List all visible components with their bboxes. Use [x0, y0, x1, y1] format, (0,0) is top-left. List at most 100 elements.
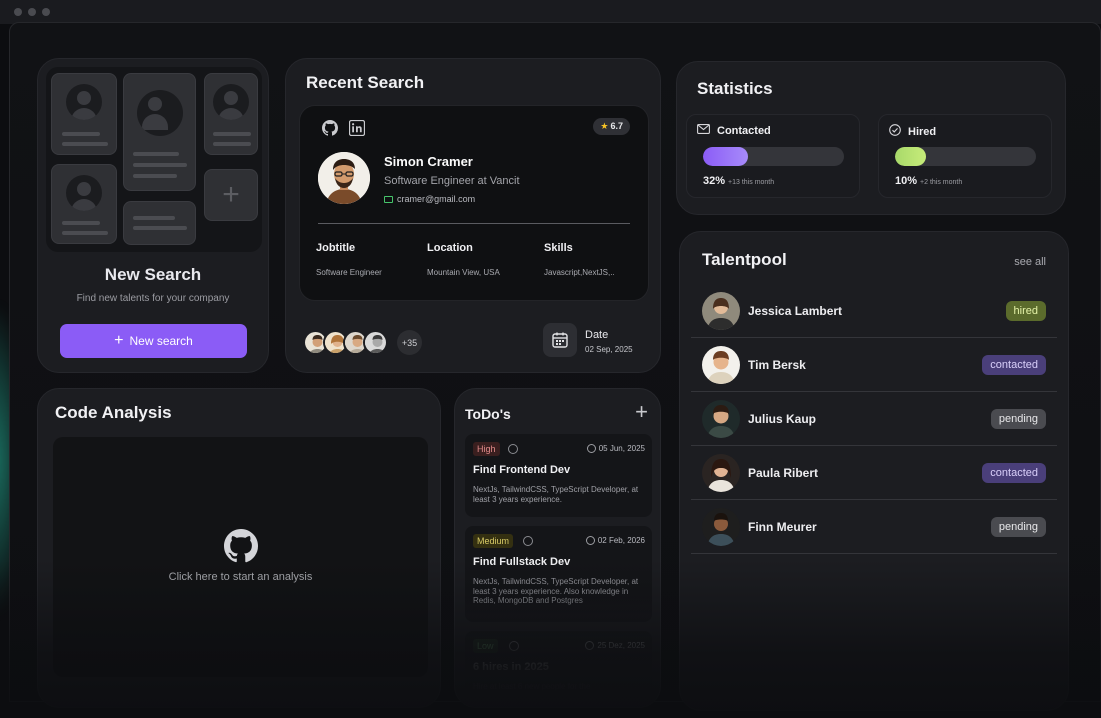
todo-date: 02 Feb, 2026	[585, 536, 645, 545]
candidate-profile[interactable]: ★ 6.7 Simon Cramer Software Engineer at V…	[299, 105, 649, 301]
progress-track	[895, 147, 1036, 166]
profile-tile	[204, 73, 258, 155]
window-controls	[14, 8, 50, 16]
clock-icon	[585, 536, 595, 545]
todo-date-text: 05 Jun, 2025	[598, 444, 645, 453]
profile-mosaic: +	[46, 67, 262, 252]
todo-title-text: Find Frontend Dev	[473, 464, 571, 476]
talentpool-title: Talentpool	[702, 250, 787, 269]
profile-tile	[123, 201, 196, 245]
todo-item[interactable]: Medium 02 Feb, 2026 Find Fullstack Dev N…	[465, 526, 652, 622]
profile-tile	[123, 73, 196, 191]
talent-row[interactable]: Paula Ribert contacted	[691, 446, 1057, 500]
stat-header: Contacted	[697, 124, 771, 137]
todo-description: NextJs, TailwindCSS, TypeScript Develope…	[473, 577, 639, 605]
recent-candidates-avatars[interactable]: +35	[303, 330, 422, 355]
check-circle-icon[interactable]	[509, 641, 519, 651]
talent-name: Finn Meurer	[748, 520, 817, 534]
code-analysis-card: Code Analysis Click here to start an ana…	[37, 388, 441, 708]
check-circle-icon[interactable]	[523, 536, 533, 546]
github-icon	[223, 529, 258, 568]
priority-badge: Medium	[473, 534, 514, 548]
status-badge: contacted	[982, 355, 1046, 375]
todo-item[interactable]: High 05 Jun, 2025 Find Frontend Dev Next…	[465, 434, 652, 517]
talent-name: Paula Ribert	[748, 466, 819, 480]
progress-fill	[703, 147, 749, 166]
talentpool-card: Talentpool see all Jessica Lambert hired…	[679, 231, 1069, 711]
rating-badge: ★ 6.7	[593, 118, 630, 135]
todo-title-text: Find Fullstack Dev	[473, 556, 571, 568]
jobtitle-label: Jobtitle	[316, 242, 356, 254]
avatar-placeholder-icon	[213, 84, 249, 120]
clock-icon	[585, 641, 595, 650]
todo-title-text: 6 hires in 2025	[473, 661, 549, 673]
candidate-role: Software Engineer at Vancit	[384, 175, 520, 187]
clock-icon	[586, 444, 596, 453]
date-value: 02 Sep, 2025	[585, 345, 633, 354]
stat-label: Contacted	[717, 124, 771, 137]
recent-search-card: Recent Search ★ 6.7 Simon Cramer Software…	[285, 58, 661, 373]
divider	[318, 223, 630, 224]
stat-header: Hired	[889, 124, 936, 139]
jobtitle-value: Software Engineer	[316, 268, 382, 277]
stat-percent: 32% +13 this month	[703, 175, 774, 187]
mail-icon	[697, 124, 710, 137]
calendar-icon[interactable]	[543, 323, 577, 357]
github-icon[interactable]	[322, 120, 339, 140]
stat-percent-value: 10%	[895, 175, 918, 187]
todo-title: ToDo's	[465, 406, 511, 422]
analysis-dropzone[interactable]: Click here to start an analysis	[53, 437, 428, 677]
avatar	[363, 330, 388, 355]
new-search-card: + New Search Find new talents for your c…	[37, 58, 269, 373]
talent-name: Julius Kaup	[748, 412, 817, 426]
linkedin-icon[interactable]	[348, 119, 366, 140]
todo-description: NextJs, TailwindCSS, TypeScript Develope…	[473, 485, 639, 504]
statistics-title: Statistics	[697, 79, 773, 98]
avatar	[702, 454, 740, 492]
todo-date-text: 25 Dez, 2025	[597, 641, 645, 650]
avatar	[702, 292, 740, 330]
progress-fill	[895, 147, 927, 166]
maximize-dot[interactable]	[42, 8, 50, 16]
location-label: Location	[427, 242, 473, 254]
minimize-dot[interactable]	[28, 8, 36, 16]
talent-name: Tim Bersk	[748, 358, 806, 372]
stat-label: Hired	[908, 125, 937, 138]
todo-description: Hire at least 6 new people for the	[473, 682, 591, 691]
recent-search-title: Recent Search	[306, 73, 425, 92]
analysis-hint: Click here to start an analysis	[168, 571, 313, 583]
talent-row[interactable]: Tim Bersk contacted	[691, 338, 1057, 392]
stat-contacted: Contacted 32% +13 this month	[686, 114, 860, 198]
add-tile-plus-icon[interactable]: +	[204, 169, 258, 221]
candidate-email-text: cramer@gmail.com	[397, 194, 476, 204]
status-badge: contacted	[982, 463, 1046, 483]
talent-row[interactable]: Finn Meurer pending	[691, 500, 1057, 554]
check-circle-icon[interactable]	[508, 444, 518, 454]
more-candidates-count[interactable]: +35	[397, 330, 422, 355]
date-label: Date	[585, 329, 609, 341]
add-todo-plus-icon[interactable]: +	[635, 401, 648, 423]
stat-delta: +13 this month	[728, 179, 775, 186]
talent-name: Jessica Lambert	[748, 304, 843, 318]
priority-badge: High	[473, 442, 500, 456]
avatar	[702, 400, 740, 438]
avatar	[702, 346, 740, 384]
new-search-button[interactable]: + New search	[60, 324, 247, 358]
talent-row[interactable]: Julius Kaup pending	[691, 392, 1057, 446]
code-analysis-title: Code Analysis	[55, 403, 172, 422]
new-search-title: New Search	[104, 265, 202, 284]
see-all-link[interactable]: see all	[1014, 256, 1046, 268]
stat-percent-value: 32%	[703, 175, 726, 187]
candidate-avatar	[318, 152, 370, 204]
candidate-name: Simon Cramer	[384, 154, 473, 169]
avatar	[702, 508, 740, 546]
close-dot[interactable]	[14, 8, 22, 16]
window-titlebar	[0, 0, 1101, 24]
todo-date-text: 02 Feb, 2026	[597, 536, 645, 545]
rating-value: 6.7	[610, 121, 623, 131]
candidate-email[interactable]: cramer@gmail.com	[384, 194, 475, 204]
todo-date: 05 Jun, 2025	[586, 444, 645, 453]
stat-percent: 10% +2 this month	[895, 175, 962, 187]
todo-item[interactable]: Low 25 Dez, 2025 6 hires in 2025 Hire at…	[465, 631, 652, 707]
talent-row[interactable]: Jessica Lambert hired	[691, 284, 1057, 338]
